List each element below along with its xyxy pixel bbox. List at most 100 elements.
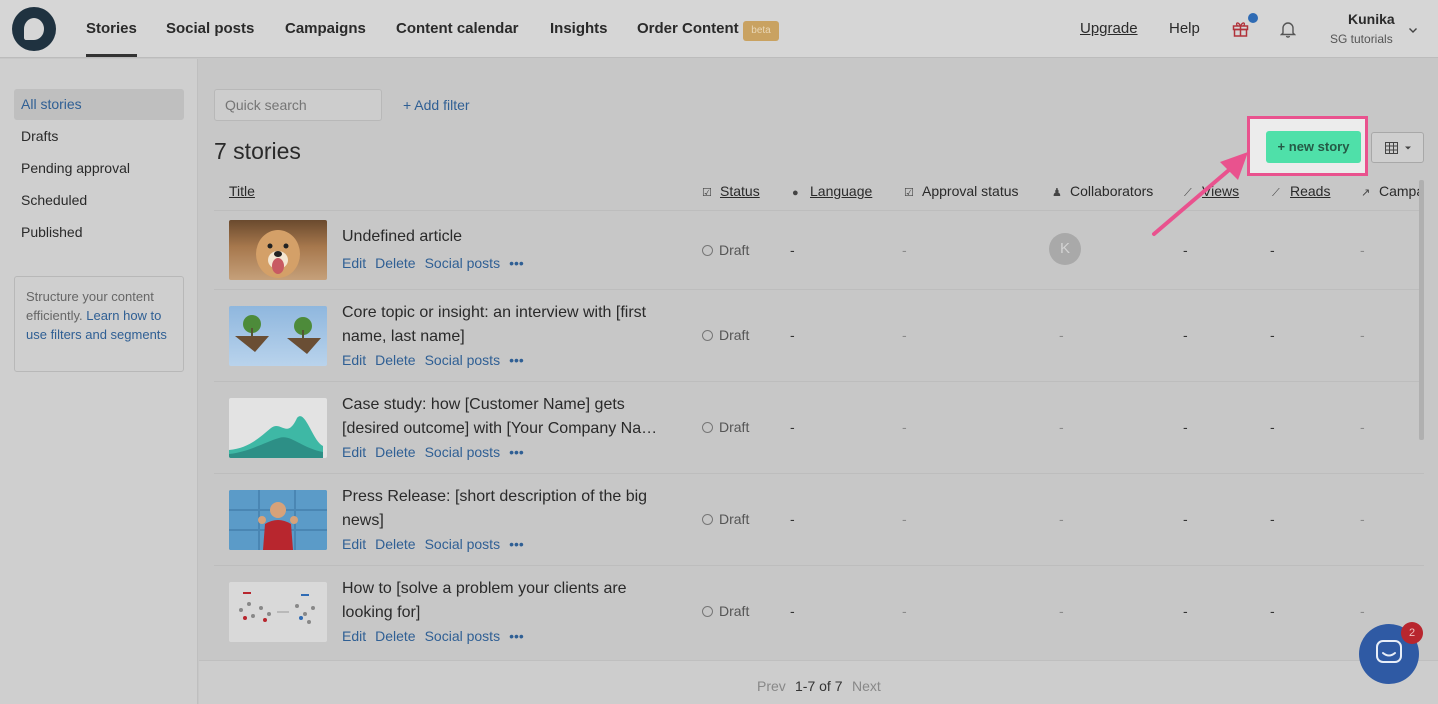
more-options-icon[interactable]: ••• xyxy=(509,255,524,271)
delete-link[interactable]: Delete xyxy=(375,255,415,271)
approval-cell: - xyxy=(902,242,907,258)
nav-campaigns[interactable]: Campaigns xyxy=(285,20,366,37)
campaigns-cell: - xyxy=(1360,242,1365,258)
column-collaborators[interactable]: ♟ Collaborators xyxy=(1052,183,1153,199)
next-page-button[interactable]: Next xyxy=(852,678,881,694)
social-posts-link[interactable]: Social posts xyxy=(425,352,500,368)
story-thumbnail[interactable] xyxy=(229,490,327,550)
sidebar-item-scheduled[interactable]: Scheduled xyxy=(14,185,184,216)
avatar[interactable]: K xyxy=(1049,233,1081,265)
bell-icon[interactable] xyxy=(1280,20,1296,38)
status-cell: Draft xyxy=(702,511,749,527)
column-language[interactable]: ● Language xyxy=(792,183,872,199)
more-options-icon[interactable]: ••• xyxy=(509,536,524,552)
nav-insights[interactable]: Insights xyxy=(550,20,608,37)
delete-link[interactable]: Delete xyxy=(375,628,415,644)
stories-count-title: 7 stories xyxy=(214,138,301,164)
social-posts-link[interactable]: Social posts xyxy=(425,536,500,552)
approval-cell: - xyxy=(902,603,907,619)
status-circle-icon xyxy=(702,422,713,433)
story-thumbnail[interactable] xyxy=(229,220,327,280)
quick-search-input[interactable] xyxy=(214,89,382,121)
collaborators-cell: - xyxy=(1059,419,1064,435)
story-title[interactable]: Press Release: [short description of the… xyxy=(342,485,664,533)
social-posts-link[interactable]: Social posts xyxy=(425,444,500,460)
globe-icon: ● xyxy=(792,187,799,199)
language-cell: - xyxy=(790,511,795,527)
story-title[interactable]: Case study: how [Customer Name] gets [de… xyxy=(342,393,664,441)
reads-cell: - xyxy=(1270,511,1275,527)
add-filter-link[interactable]: + Add filter xyxy=(403,97,470,113)
status-circle-icon xyxy=(702,514,713,525)
story-title[interactable]: Undefined article xyxy=(342,225,664,249)
edit-link[interactable]: Edit xyxy=(342,628,366,644)
approval-cell: - xyxy=(902,511,907,527)
upgrade-link[interactable]: Upgrade xyxy=(1080,20,1138,37)
delete-link[interactable]: Delete xyxy=(375,352,415,368)
pagination: Prev 1-7 of 7 Next xyxy=(199,660,1438,704)
edit-link[interactable]: Edit xyxy=(342,352,366,368)
reads-cell: - xyxy=(1270,419,1275,435)
table-scrollbar[interactable] xyxy=(1419,180,1424,440)
row-actions: Edit Delete Social posts ••• xyxy=(342,352,533,368)
table-row[interactable]: Case study: how [Customer Name] gets [de… xyxy=(214,382,1424,474)
nav-content-calendar[interactable]: Content calendar xyxy=(396,20,519,37)
top-navigation: Stories Social posts Campaigns Content c… xyxy=(0,0,1438,58)
prev-page-button[interactable]: Prev xyxy=(757,678,786,694)
campaigns-cell: - xyxy=(1360,511,1365,527)
edit-link[interactable]: Edit xyxy=(342,444,366,460)
checkbox-icon: ☑ xyxy=(904,187,914,199)
table-row[interactable]: How to [solve a problem your clients are… xyxy=(214,566,1424,657)
help-link[interactable]: Help xyxy=(1169,20,1200,37)
status-cell: Draft xyxy=(702,419,749,435)
table-row[interactable]: Press Release: [short description of the… xyxy=(214,474,1424,566)
row-actions: Edit Delete Social posts ••• xyxy=(342,444,533,460)
collaborators-cell: - xyxy=(1059,511,1064,527)
social-posts-link[interactable]: Social posts xyxy=(425,255,500,271)
story-thumbnail[interactable] xyxy=(229,306,327,366)
column-title[interactable]: Title xyxy=(229,183,255,199)
app-logo[interactable] xyxy=(12,7,56,51)
chat-unread-badge: 2 xyxy=(1401,622,1423,644)
table-row[interactable]: Core topic or insight: an interview with… xyxy=(214,290,1424,382)
delete-link[interactable]: Delete xyxy=(375,536,415,552)
stories-table: Title ☑ Status ● Language ☑ Approval status… xyxy=(214,173,1424,657)
reads-cell: - xyxy=(1270,603,1275,619)
more-options-icon[interactable]: ••• xyxy=(509,628,524,644)
edit-link[interactable]: Edit xyxy=(342,255,366,271)
story-thumbnail[interactable] xyxy=(229,582,327,642)
workspace-name[interactable]: SG tutorials xyxy=(1330,32,1393,46)
sidebar-item-drafts[interactable]: Drafts xyxy=(14,121,184,152)
row-actions: Edit Delete Social posts ••• xyxy=(342,628,533,644)
column-status[interactable]: ☑ Status xyxy=(702,183,760,199)
story-title[interactable]: Core topic or insight: an interview with… xyxy=(342,301,664,349)
row-actions: Edit Delete Social posts ••• xyxy=(342,536,533,552)
collaborators-cell: - xyxy=(1059,603,1064,619)
user-name[interactable]: Kunika xyxy=(1348,11,1395,27)
more-options-icon[interactable]: ••• xyxy=(509,352,524,368)
approval-cell: - xyxy=(902,327,907,343)
story-title[interactable]: How to [solve a problem your clients are… xyxy=(342,577,664,625)
chevron-down-icon[interactable] xyxy=(1408,25,1418,35)
column-reads[interactable]: ⟋ Reads xyxy=(1272,183,1330,200)
new-story-button[interactable]: + new story xyxy=(1266,131,1361,163)
sidebar-item-pending-approval[interactable]: Pending approval xyxy=(14,153,184,184)
user-icon: ♟ xyxy=(1052,187,1062,199)
column-campaigns[interactable]: ↗ Campa xyxy=(1361,183,1424,199)
grid-view-icon xyxy=(1385,142,1411,154)
nav-order-content[interactable]: Order Content xyxy=(637,20,739,37)
nav-social-posts[interactable]: Social posts xyxy=(166,20,254,37)
views-cell: - xyxy=(1183,511,1188,527)
language-cell: - xyxy=(790,327,795,343)
column-approval-status[interactable]: ☑ Approval status xyxy=(904,183,1019,199)
sidebar-item-all-stories[interactable]: All stories xyxy=(14,89,184,120)
edit-link[interactable]: Edit xyxy=(342,536,366,552)
delete-link[interactable]: Delete xyxy=(375,444,415,460)
nav-stories[interactable]: Stories xyxy=(86,20,137,37)
sidebar-item-published[interactable]: Published xyxy=(14,217,184,248)
more-options-icon[interactable]: ••• xyxy=(509,444,524,460)
view-toggle-button[interactable] xyxy=(1371,132,1424,163)
gift-icon[interactable] xyxy=(1232,20,1249,37)
social-posts-link[interactable]: Social posts xyxy=(425,628,500,644)
story-thumbnail[interactable] xyxy=(229,398,327,458)
